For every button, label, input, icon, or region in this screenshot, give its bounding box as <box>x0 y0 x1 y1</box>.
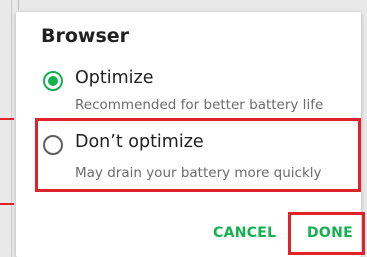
background-divider <box>11 0 12 257</box>
battery-optimization-dialog: Browser Optimize Recommended for better … <box>16 12 365 257</box>
highlight-box-done <box>288 212 365 255</box>
cancel-button[interactable]: CANCEL <box>213 225 276 241</box>
option-optimize-description: Recommended for better battery life <box>75 97 324 113</box>
option-optimize-label: Optimize <box>75 68 154 88</box>
dialog-title: Browser <box>41 25 130 47</box>
highlight-marker-left <box>0 203 14 205</box>
highlight-box-option <box>35 118 361 192</box>
radio-selected-icon[interactable] <box>43 71 63 91</box>
highlight-marker-left <box>0 118 14 120</box>
background-divider-top <box>18 0 19 10</box>
option-optimize[interactable]: Optimize Recommended for better battery … <box>16 64 361 124</box>
